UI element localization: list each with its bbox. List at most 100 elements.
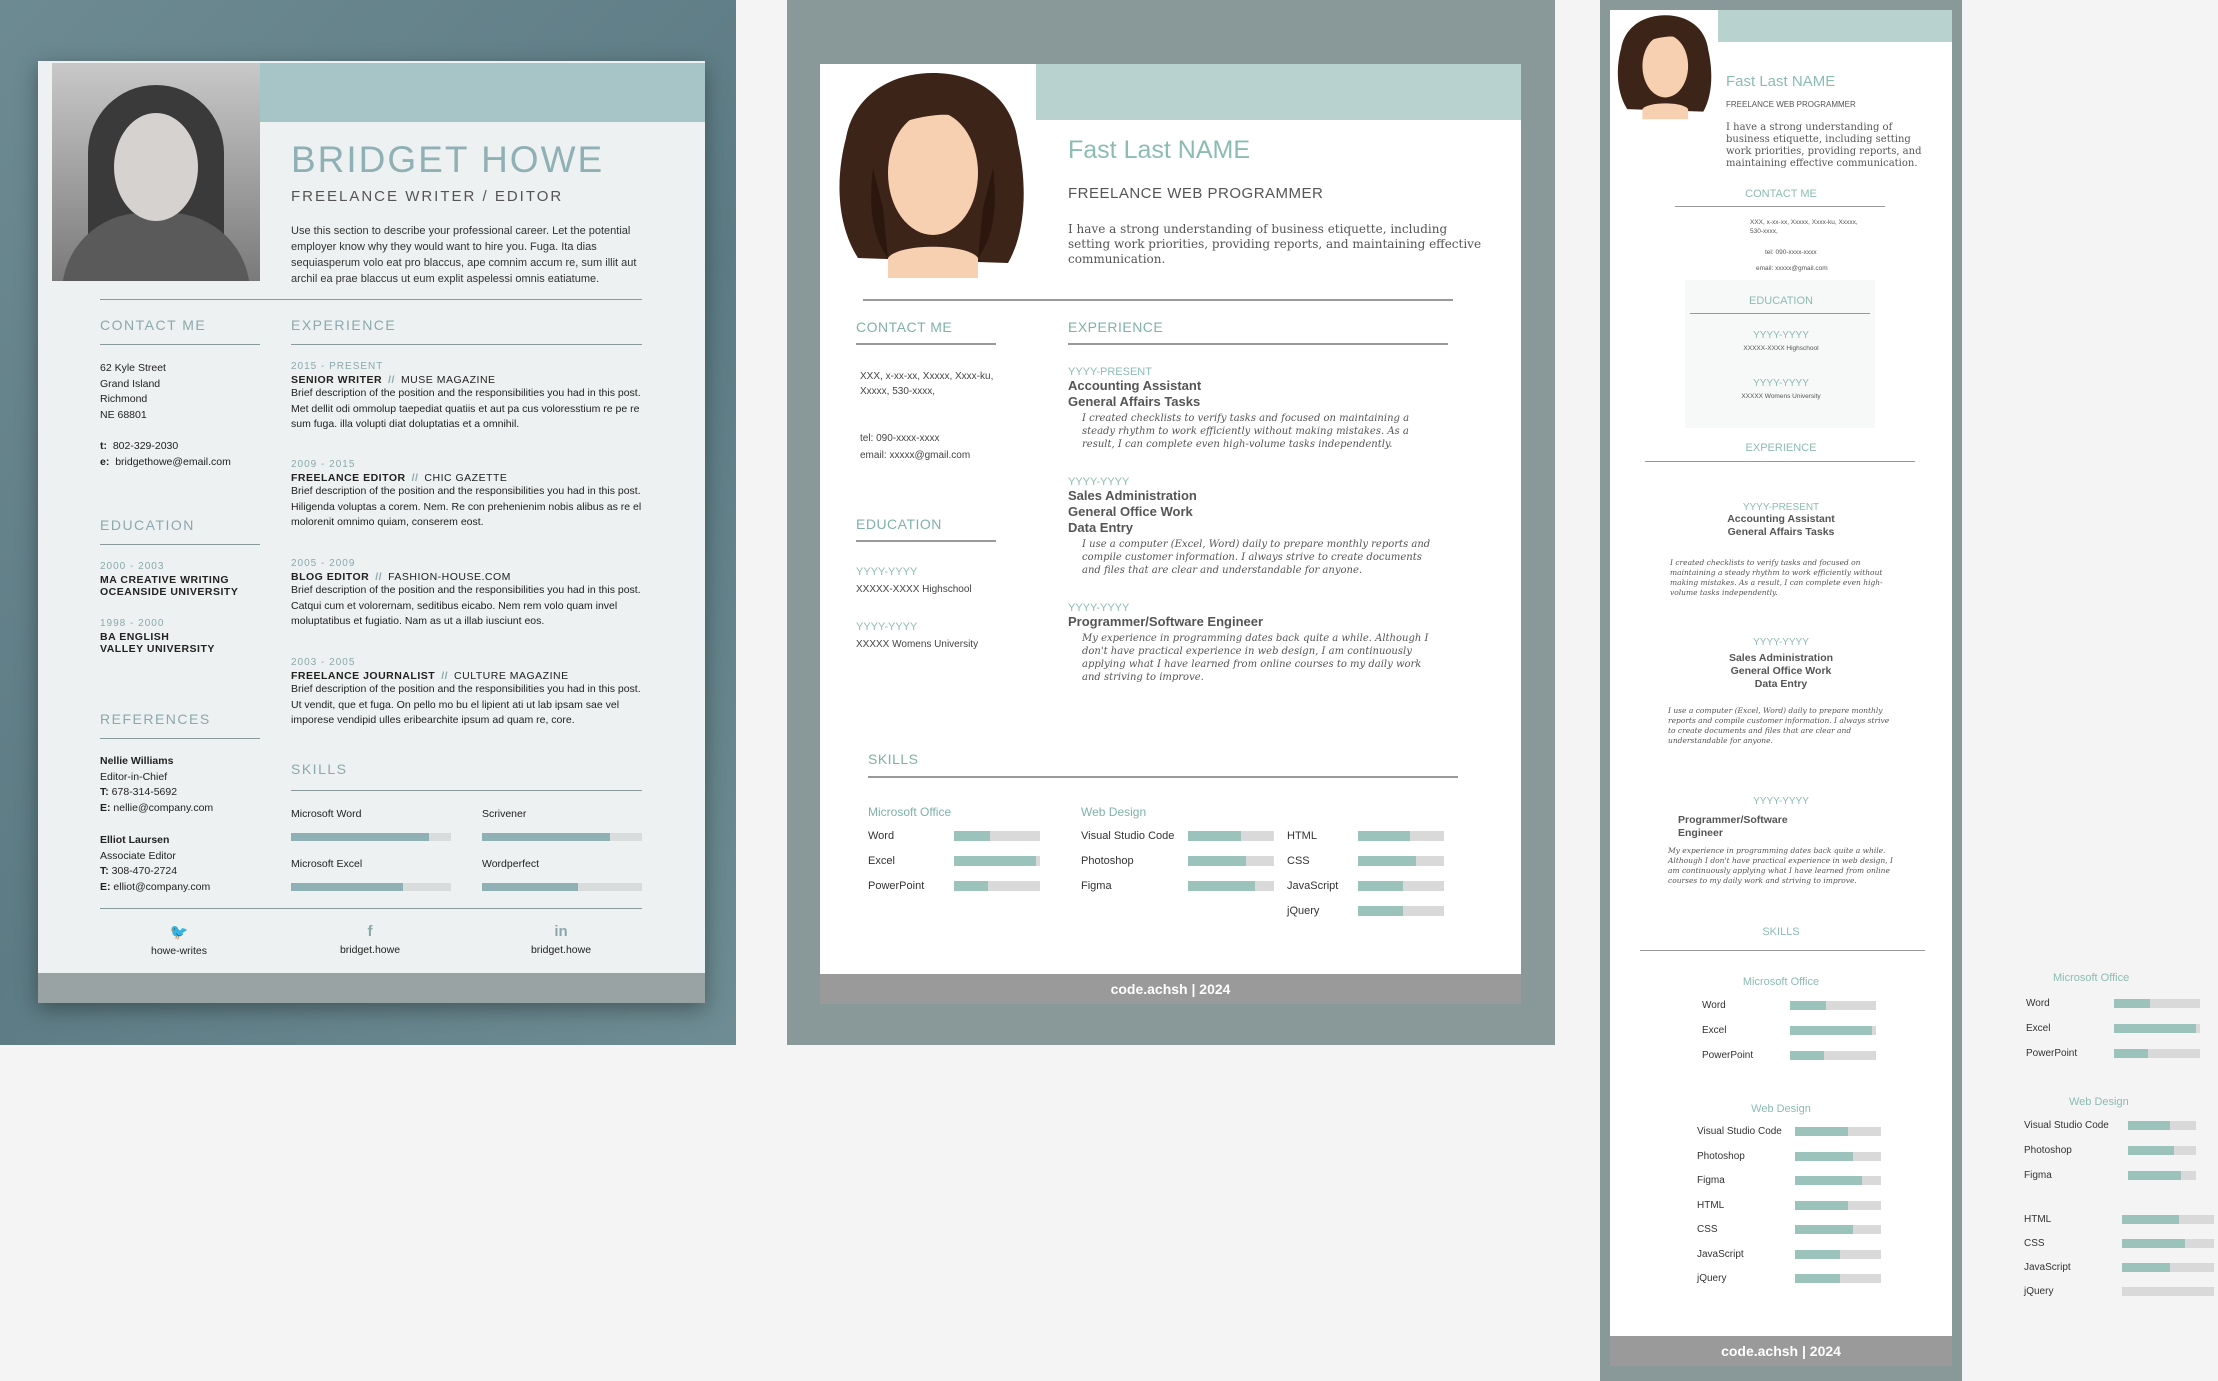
skill-bar xyxy=(2114,999,2200,1008)
skill-label: jQuery xyxy=(2024,1286,2054,1297)
skill-bar xyxy=(2122,1263,2214,1272)
skill-bar xyxy=(1358,856,1444,866)
header-band xyxy=(1718,10,1952,42)
contact-email[interactable]: email: xxxxx@gmail.com xyxy=(860,448,970,463)
references-heading: REFERENCES xyxy=(100,711,211,727)
skill-bar-fill xyxy=(1358,831,1410,841)
contact-email[interactable]: email: xxxxx@gmail.com xyxy=(1756,264,1828,273)
skill-label: Scrivener xyxy=(482,808,527,820)
social-facebook[interactable]: f bridget.howe xyxy=(310,923,430,956)
skill-bar xyxy=(2128,1121,2196,1130)
avatar-illustration xyxy=(1617,15,1712,120)
skill-bar-fill xyxy=(2114,1024,2196,1033)
skill-label: JavaScript xyxy=(2024,1262,2071,1273)
resume-name: BRIDGET HOWE xyxy=(291,139,605,180)
experience-item: YYYY-YYYY Sales Administration General O… xyxy=(1068,476,1431,576)
skill-row: Visual Studio Code xyxy=(1081,830,1274,842)
skill-bar xyxy=(1795,1200,1881,1210)
skills-heading: SKILLS xyxy=(1762,926,1800,938)
skill-bar-fill xyxy=(1358,906,1403,916)
resume-sheet: Fast Last NAME FREELANCE WEB PROGRAMMER … xyxy=(820,64,1521,1004)
skill-label: Word xyxy=(868,830,895,842)
experience-item: YYYY-YYYY Sales Administration General O… xyxy=(1728,637,1834,690)
skill-bar xyxy=(2128,1171,2196,1180)
skill-row: Visual Studio Code xyxy=(2024,1120,2196,1131)
experience-heading: EXPERIENCE xyxy=(1068,319,1164,335)
skill-bar-fill xyxy=(954,831,991,841)
skill-row: Excel xyxy=(868,855,1040,867)
skill-bar xyxy=(1795,1127,1881,1136)
contact-email[interactable]: e: bridgethowe@email.com xyxy=(100,455,231,471)
web-skills-heading: Web Design xyxy=(1751,1103,1811,1115)
skill-bar-fill xyxy=(2128,1171,2182,1180)
skill-bar-fill xyxy=(1188,831,1242,841)
skill-bar xyxy=(1358,881,1444,891)
skill-row: Excel xyxy=(1702,1025,1876,1036)
skill-bar-fill xyxy=(1795,1151,1854,1161)
divider xyxy=(863,299,1453,301)
education-heading: EDUCATION xyxy=(856,516,942,532)
experience-item: YYYY-PRESENT Accounting Assistant Genera… xyxy=(1068,366,1410,450)
skill-bar-fill xyxy=(2128,1146,2175,1155)
skill-bar xyxy=(1790,1026,1876,1035)
skill-bar xyxy=(1358,831,1444,841)
skill-label: Photoshop xyxy=(1081,855,1134,867)
divider xyxy=(100,299,642,300)
skill-label: CSS xyxy=(1697,1224,1718,1235)
skill-bar xyxy=(1795,1249,1881,1259)
skill-bar xyxy=(1188,881,1274,891)
skill-bar-fill xyxy=(1188,856,1247,866)
skill-row: CSS xyxy=(1287,855,1444,867)
skill-row: HTML xyxy=(1287,830,1444,842)
resume-intro: I have a strong understanding of busines… xyxy=(1726,122,1922,169)
skill-bar-fill xyxy=(954,856,1036,866)
education-item: YYYY-YYYY XXXXX Womens University xyxy=(1741,378,1821,400)
linkedin-icon: in xyxy=(554,923,568,940)
experience-item: YYYY-YYYY Programmer/Software Engineer M… xyxy=(1068,602,1429,683)
footer: code.achsh | 2024 xyxy=(1610,1336,1952,1366)
skill-bar xyxy=(1358,906,1444,916)
skills-heading: SKILLS xyxy=(291,761,348,777)
skill-bar-fill xyxy=(1795,1274,1840,1283)
education-item: 2000 - 2003 MA CREATIVE WRITING OCEANSID… xyxy=(100,561,239,598)
resume-panel-mobile: Fast Last NAME FREELANCE WEB PROGRAMMER … xyxy=(1600,0,1962,1381)
contact-address: XXX, x-xx-xx, Xxxxx, Xxxx-ku, Xxxxx, 530… xyxy=(860,371,994,397)
skill-label: Visual Studio Code xyxy=(1081,830,1175,842)
resume-role: FREELANCE WEB PROGRAMMER xyxy=(1726,100,1856,109)
skill-label: Microsoft Excel xyxy=(291,858,363,870)
skill-bar-fill xyxy=(1790,1026,1872,1035)
experience-item: YYYY-YYYY xyxy=(1753,796,1809,807)
skill-row: jQuery xyxy=(1697,1273,1881,1284)
experience-title: Programmer/Software Engineer xyxy=(1678,814,1788,839)
skill-bar-fill xyxy=(1358,881,1403,891)
resume-sheet: BRIDGET HOWE FREELANCE WRITER / EDITOR U… xyxy=(38,61,705,1003)
contact-heading: CONTACT ME xyxy=(100,317,207,333)
skill-bar-fill xyxy=(1188,881,1256,891)
skill-bar xyxy=(1188,856,1274,866)
skill-row: JavaScript xyxy=(1287,880,1444,892)
skill-label: jQuery xyxy=(1287,905,1320,917)
contact-phone: tel: 090-xxxx-xxxx xyxy=(1765,249,1817,256)
contact-address: XXX, x-xx-xx, Xxxxx, Xxxx-ku, Xxxxx, 530… xyxy=(1750,219,1858,235)
web-skills-heading: Web Design xyxy=(2069,1096,2129,1108)
skill-label: JavaScript xyxy=(1287,880,1339,892)
skill-label: Photoshop xyxy=(2024,1145,2072,1156)
resume-intro: I have a strong understanding of busines… xyxy=(1068,222,1482,266)
social-linkedin[interactable]: in bridget.howe xyxy=(501,923,621,956)
skill-bar xyxy=(954,831,1040,841)
skill-row: Figma xyxy=(1081,880,1274,892)
divider xyxy=(1675,206,1885,207)
skill-bar-fill xyxy=(2122,1263,2170,1272)
contact-heading: CONTACT ME xyxy=(1745,188,1817,200)
experience-item: YYYY-PRESENT Accounting Assistant Genera… xyxy=(1727,502,1835,538)
contact-phone: tel: 090-xxxx-xxxx xyxy=(860,433,940,444)
resume-name: Fast Last NAME xyxy=(1726,73,1836,90)
skill-label: Excel xyxy=(1702,1025,1727,1036)
skill-bar-fill xyxy=(1795,1127,1849,1136)
experience-desc: My experience in programming dates back … xyxy=(1668,846,1893,885)
skill-bar-fill xyxy=(2122,1215,2180,1224)
skill-row: PowerPoint xyxy=(868,880,1040,892)
profile-photo xyxy=(52,63,260,281)
social-twitter[interactable]: 🐦 howe-writes xyxy=(119,923,239,957)
skill-row: HTML xyxy=(1697,1200,1881,1211)
